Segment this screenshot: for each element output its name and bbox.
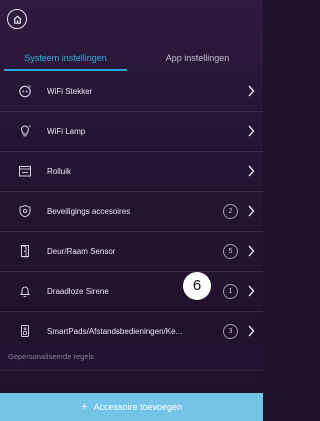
item-label: WiFi Stekker bbox=[47, 87, 93, 96]
bulb-icon bbox=[21, 125, 31, 137]
list-item-wireless-siren[interactable]: Draadloze Sirene 1 bbox=[0, 272, 263, 312]
chevron-right-icon bbox=[248, 205, 255, 217]
chevron-right-icon bbox=[248, 245, 255, 257]
add-accessory-label: Accessoire toevoegen bbox=[93, 402, 182, 412]
remote-icon bbox=[21, 325, 29, 337]
item-label: Deur/Raam Sensor bbox=[47, 247, 116, 256]
home-button[interactable] bbox=[7, 9, 27, 29]
count-badge: 3 bbox=[223, 324, 238, 339]
list-item-wifi-lamp[interactable]: WiFi Lamp bbox=[0, 112, 263, 152]
chevron-right-icon bbox=[248, 125, 255, 137]
plus-icon: + bbox=[81, 401, 88, 413]
shield-icon bbox=[19, 204, 31, 218]
home-icon bbox=[12, 14, 22, 24]
chevron-right-icon bbox=[248, 85, 255, 97]
step-callout-badge: 6 bbox=[183, 272, 211, 300]
custom-rules-section[interactable]: Gepersonaliseerde regels bbox=[0, 344, 263, 371]
list-item-door-window-sensor[interactable]: Deur/Raam Sensor 5 bbox=[0, 232, 263, 272]
tab-app-settings[interactable]: App instellingen bbox=[132, 44, 263, 72]
item-label: Rolluik bbox=[47, 167, 72, 176]
accessory-list: WiFi Stekker WiFi Lamp Rolluik Beveiligi… bbox=[0, 72, 263, 352]
active-tab-indicator bbox=[4, 69, 127, 71]
chevron-right-icon bbox=[248, 285, 255, 297]
item-label: Draadloze Sirene bbox=[47, 287, 109, 296]
tab-system-settings[interactable]: Systeem instellingen bbox=[0, 44, 131, 72]
chevron-right-icon bbox=[248, 165, 255, 177]
app-screen: Systeem instellingen App instellingen Wi… bbox=[0, 0, 263, 421]
section-title: Gepersonaliseerde regels bbox=[8, 352, 94, 361]
count-badge: 1 bbox=[223, 284, 238, 299]
door-sensor-icon bbox=[21, 245, 29, 258]
header: Systeem instellingen App instellingen bbox=[0, 0, 263, 72]
item-label: Beveiligings accesoires bbox=[47, 207, 131, 216]
list-item-wifi-plug[interactable]: WiFi Stekker bbox=[0, 72, 263, 112]
count-badge: 2 bbox=[223, 204, 238, 219]
list-item-shutter[interactable]: Rolluik bbox=[0, 152, 263, 192]
shutter-icon bbox=[19, 166, 31, 177]
add-accessory-button[interactable]: + Accessoire toevoegen bbox=[0, 393, 263, 421]
list-item-security-accessories[interactable]: Beveiligings accesoires 2 bbox=[0, 192, 263, 232]
bell-icon bbox=[20, 286, 30, 298]
item-label: WiFi Lamp bbox=[47, 127, 86, 136]
count-badge: 5 bbox=[223, 244, 238, 259]
tab-bar: Systeem instellingen App instellingen bbox=[0, 44, 263, 72]
chevron-right-icon bbox=[248, 325, 255, 337]
smart-plug-icon bbox=[19, 85, 31, 98]
